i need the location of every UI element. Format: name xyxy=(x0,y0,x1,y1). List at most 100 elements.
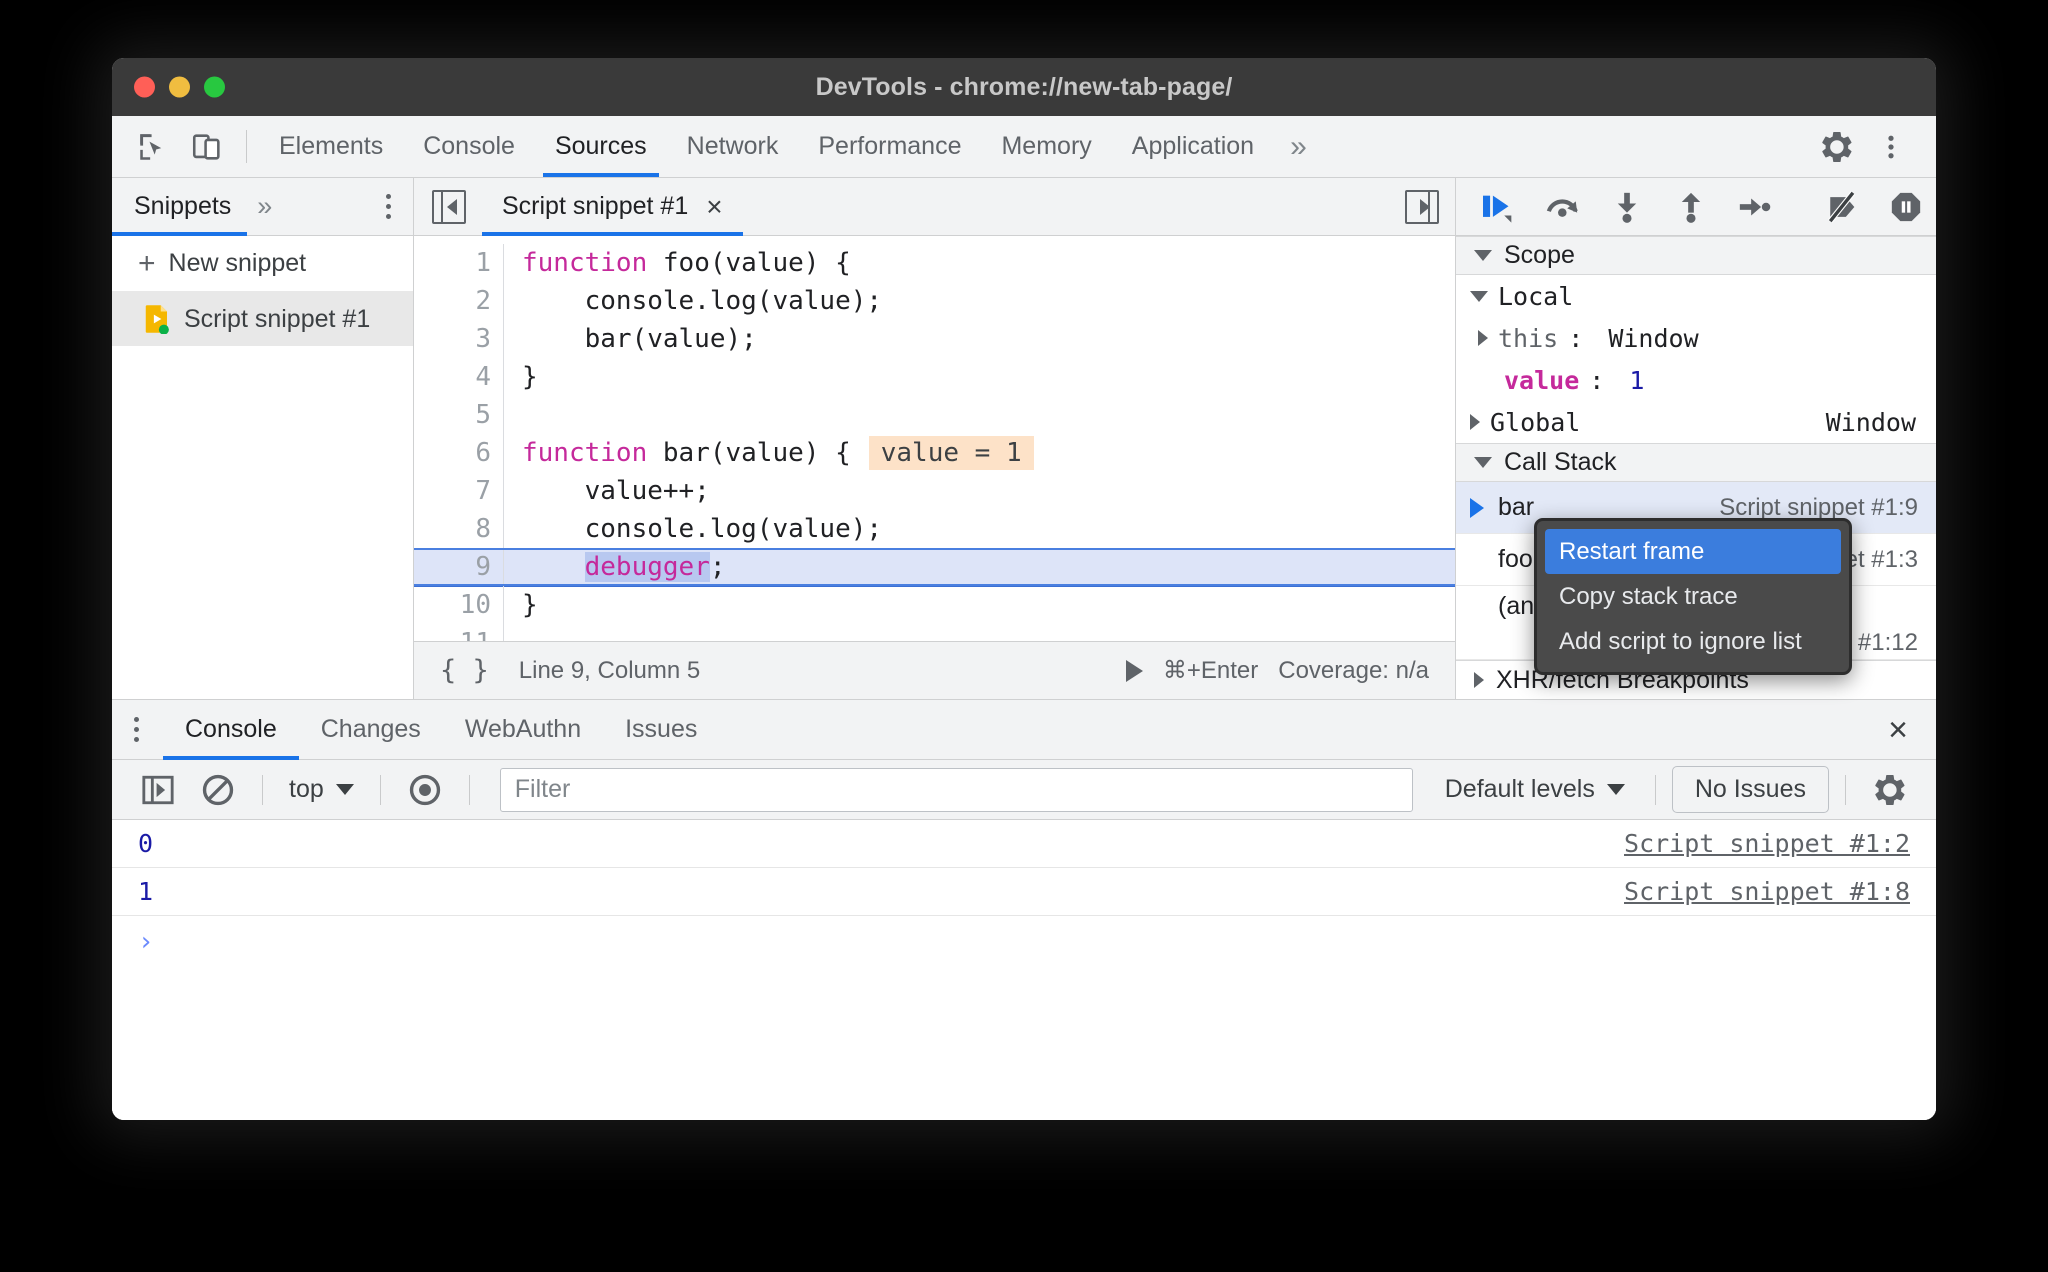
line-number[interactable]: 2 xyxy=(414,282,504,320)
scope-property-value[interactable]: value: 1 xyxy=(1456,359,1936,401)
code-text[interactable]: bar(value); xyxy=(504,320,757,358)
tab-memory[interactable]: Memory xyxy=(981,116,1111,177)
console-prompt[interactable]: › xyxy=(112,916,1936,968)
line-number[interactable]: 8 xyxy=(414,510,504,548)
code-line[interactable]: 3 bar(value); xyxy=(414,320,1455,358)
tab-application[interactable]: Application xyxy=(1112,116,1274,177)
list-item[interactable]: 1 Script snippet #1:8 xyxy=(112,868,1936,916)
tab-script-snippet-1[interactable]: Script snippet #1 × xyxy=(482,178,743,236)
code-line[interactable]: 2 console.log(value); xyxy=(414,282,1455,320)
close-drawer-icon[interactable]: × xyxy=(1860,713,1936,747)
tab-changes[interactable]: Changes xyxy=(299,700,443,759)
code-line[interactable]: 4} xyxy=(414,358,1455,396)
scope-group-local[interactable]: Local xyxy=(1456,275,1936,317)
tab-sources[interactable]: Sources xyxy=(535,116,667,177)
window-controls[interactable] xyxy=(134,76,225,98)
close-icon[interactable]: × xyxy=(706,192,722,221)
step-over-next-function-call-icon[interactable] xyxy=(1534,178,1594,236)
scope-group-value: Window xyxy=(1825,407,1916,437)
filter-input[interactable]: Filter xyxy=(499,767,1413,812)
new-snippet-button[interactable]: + New snippet xyxy=(112,236,413,292)
code-text[interactable]: function bar(value) {value = 1 xyxy=(504,434,1034,472)
scope-property-this[interactable]: this: Window xyxy=(1456,317,1936,359)
show-debugger-toggle-icon[interactable] xyxy=(1405,189,1439,224)
line-number[interactable]: 10 xyxy=(414,586,504,624)
maximize-window-button[interactable] xyxy=(204,76,225,98)
step-icon[interactable] xyxy=(1724,178,1784,236)
gear-icon[interactable] xyxy=(1810,129,1864,165)
code-line[interactable]: 8 console.log(value); xyxy=(414,510,1455,548)
line-number[interactable]: 11 xyxy=(414,624,504,641)
code-editor[interactable]: 1 function foo(value) {2 console.log(valu… xyxy=(414,236,1455,641)
list-item[interactable]: Script snippet #1 xyxy=(112,292,413,346)
code-text[interactable]: } xyxy=(504,358,538,396)
code-line[interactable]: 10} xyxy=(414,586,1455,624)
tab-console-drawer[interactable]: Console xyxy=(163,700,299,760)
close-window-button[interactable] xyxy=(134,76,155,98)
line-number[interactable]: 4 xyxy=(414,358,504,396)
step-into-next-function-call-icon[interactable] xyxy=(1597,178,1657,236)
context-menu[interactable]: Restart frame Copy stack trace Add scrip… xyxy=(1534,518,1852,675)
navigator-more-chevron-icon[interactable]: » xyxy=(247,191,282,222)
code-line[interactable]: 6 function bar(value) {value = 1 xyxy=(414,434,1455,472)
issues-button[interactable]: No Issues xyxy=(1671,766,1829,813)
code-text[interactable] xyxy=(504,624,538,641)
execution-context-selector[interactable]: top xyxy=(279,775,364,804)
snippet-file-icon xyxy=(144,304,170,334)
code-line[interactable]: 5 xyxy=(414,396,1455,434)
line-number[interactable]: 3 xyxy=(414,320,504,358)
tab-webauthn[interactable]: WebAuthn xyxy=(443,700,603,759)
tab-performance[interactable]: Performance xyxy=(798,116,981,177)
menu-item-add-script-to-ignore-list[interactable]: Add script to ignore list xyxy=(1545,619,1841,664)
code-text[interactable]: } xyxy=(504,586,538,624)
code-text[interactable]: console.log(value); xyxy=(504,510,882,548)
code-line[interactable]: 7 value++; xyxy=(414,472,1455,510)
pretty-print-icon[interactable]: { } xyxy=(440,655,489,686)
navigator-kebab-menu-icon[interactable] xyxy=(364,194,413,219)
code-text[interactable] xyxy=(504,396,538,434)
deactivate-breakpoints-icon[interactable] xyxy=(1813,178,1873,236)
code-text[interactable]: function foo(value) { xyxy=(504,244,851,282)
tab-network[interactable]: Network xyxy=(667,116,799,177)
inspect-cursor-icon[interactable] xyxy=(126,116,180,177)
code-line[interactable]: 9 debugger; xyxy=(414,548,1455,586)
console-sidebar-icon[interactable] xyxy=(130,767,186,813)
code-line[interactable]: 1 function foo(value) { xyxy=(414,244,1455,282)
console-message-source-link[interactable]: Script snippet #1:8 xyxy=(1624,877,1910,906)
code-text[interactable]: debugger; xyxy=(504,548,726,586)
code-text[interactable]: value++; xyxy=(504,472,710,510)
show-navigator-toggle-icon[interactable] xyxy=(432,189,466,224)
menu-item-copy-stack-trace[interactable]: Copy stack trace xyxy=(1545,574,1841,619)
frame-name: bar xyxy=(1498,493,1535,522)
line-number[interactable]: 9 xyxy=(414,548,504,586)
resume-script-execution-icon[interactable] xyxy=(1470,178,1530,236)
line-number[interactable]: 1 xyxy=(414,244,504,282)
gear-icon[interactable] xyxy=(1862,767,1918,813)
minimize-window-button[interactable] xyxy=(169,76,190,98)
code-text[interactable]: console.log(value); xyxy=(504,282,882,320)
scope-group-global[interactable]: Global Window xyxy=(1456,401,1936,443)
live-expression-icon[interactable] xyxy=(397,767,453,813)
run-snippet-icon[interactable] xyxy=(1125,659,1143,682)
tab-elements[interactable]: Elements xyxy=(259,116,403,177)
kebab-menu-icon[interactable] xyxy=(1864,132,1918,162)
drawer-kebab-menu-icon[interactable] xyxy=(112,717,163,742)
pause-on-exceptions-icon[interactable] xyxy=(1876,178,1936,236)
list-item[interactable]: 0 Script snippet #1:2 xyxy=(112,820,1936,868)
code-line[interactable]: 11 xyxy=(414,624,1455,641)
console-message-source-link[interactable]: Script snippet #1:2 xyxy=(1624,829,1910,858)
step-out-of-current-function-icon[interactable] xyxy=(1661,178,1721,236)
device-toolbar-icon[interactable] xyxy=(180,116,234,177)
line-number[interactable]: 7 xyxy=(414,472,504,510)
tab-console[interactable]: Console xyxy=(403,116,535,177)
clear-console-icon[interactable] xyxy=(190,767,246,813)
more-tabs-chevron-icon[interactable]: » xyxy=(1274,116,1323,177)
log-levels-selector[interactable]: Default levels xyxy=(1431,775,1639,804)
scope-section-header[interactable]: Scope xyxy=(1456,236,1936,276)
line-number[interactable]: 5 xyxy=(414,396,504,434)
sidebar-item-snippets[interactable]: Snippets xyxy=(112,178,248,236)
line-number[interactable]: 6 xyxy=(414,434,504,472)
call-stack-section-header[interactable]: Call Stack xyxy=(1456,443,1936,483)
tab-issues[interactable]: Issues xyxy=(603,700,719,759)
menu-item-restart-frame[interactable]: Restart frame xyxy=(1545,529,1841,574)
